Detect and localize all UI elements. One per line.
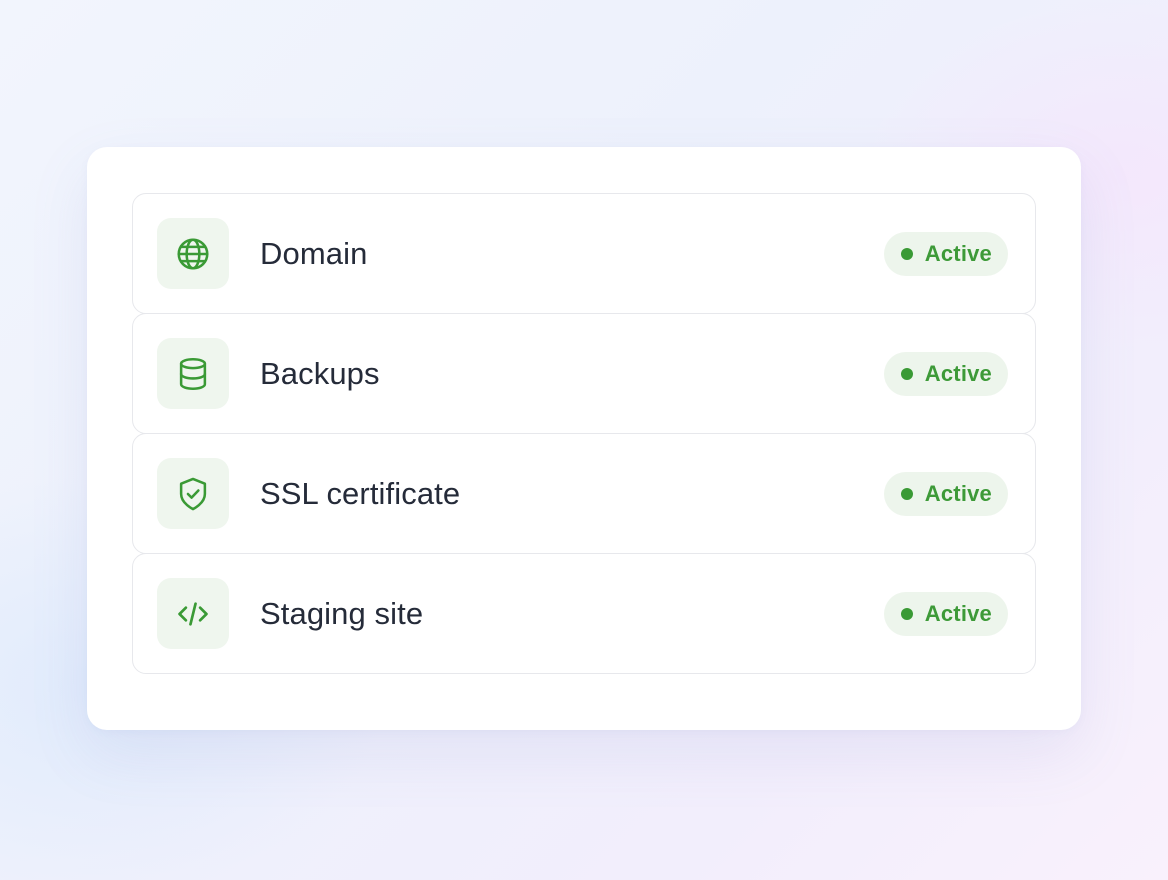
status-text: Active — [924, 360, 992, 386]
status-text: Active — [924, 240, 992, 266]
service-row-domain[interactable]: Domain Active — [132, 193, 1036, 314]
service-label: Backups — [260, 355, 380, 391]
status-badge: Active — [883, 351, 1008, 396]
services-card: Domain Active Backups Active SSL certifi… — [87, 147, 1081, 730]
status-badge: Active — [883, 471, 1008, 516]
service-row-backups[interactable]: Backups Active — [132, 313, 1036, 434]
status-dot — [900, 607, 913, 620]
status-dot — [900, 367, 913, 380]
icon-container — [157, 578, 229, 649]
status-badge: Active — [883, 231, 1008, 276]
services-list: Domain Active Backups Active SSL certifi… — [132, 193, 1036, 674]
service-label: Domain — [260, 235, 368, 271]
status-dot — [900, 487, 913, 500]
code-icon — [178, 601, 208, 626]
icon-container — [157, 458, 229, 529]
service-label: Staging site — [260, 595, 424, 631]
status-text: Active — [924, 600, 992, 626]
status-badge: Active — [883, 591, 1008, 636]
service-row-staging-site[interactable]: Staging site Active — [132, 553, 1036, 674]
icon-container — [157, 338, 229, 409]
shield-check-icon — [179, 477, 207, 510]
database-icon — [179, 357, 207, 390]
status-text: Active — [924, 480, 992, 506]
service-row-ssl-certificate[interactable]: SSL certificate Active — [132, 433, 1036, 554]
globe-icon — [177, 237, 209, 270]
status-dot — [900, 247, 913, 260]
service-label: SSL certificate — [260, 475, 461, 511]
icon-container — [157, 218, 229, 289]
